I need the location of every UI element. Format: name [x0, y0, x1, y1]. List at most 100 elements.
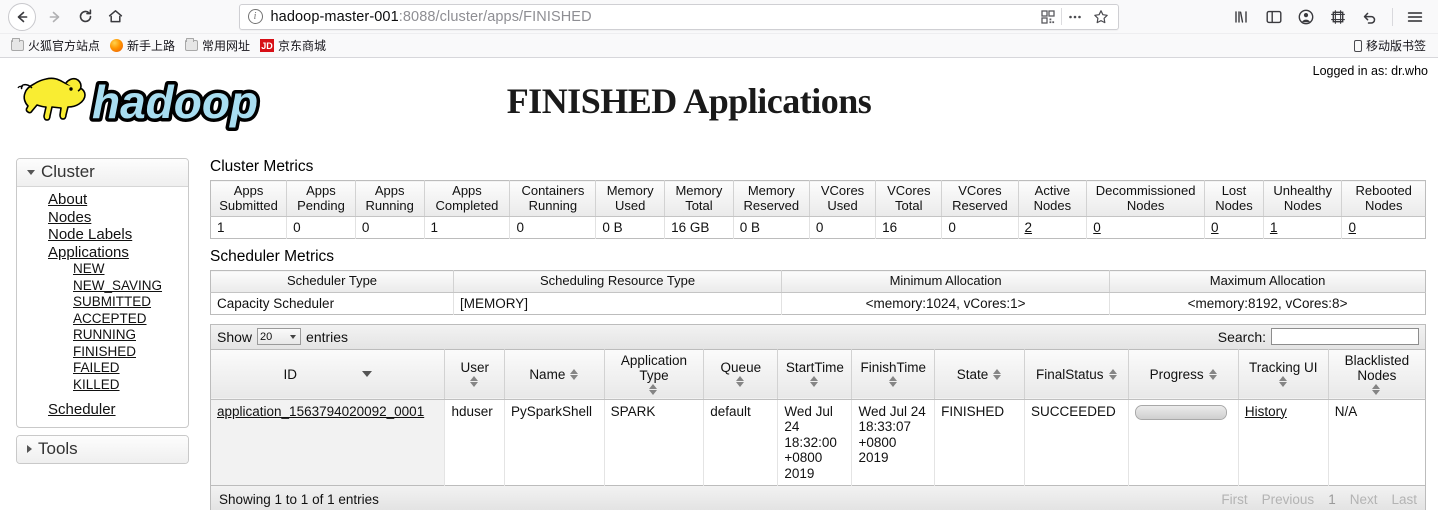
tracking-ui-link[interactable]: History [1245, 404, 1287, 419]
td-name: PySparkShell [504, 399, 605, 486]
sidebar-item-failed[interactable]: FAILED [17, 360, 188, 377]
sort-desc-icon [361, 371, 372, 377]
active-nodes-link[interactable]: 2 [1025, 220, 1033, 235]
th-blacklisted-nodes-label: Blacklisted Nodes [1344, 352, 1410, 383]
sort-both-icon [470, 375, 479, 388]
back-arrow-icon[interactable] [8, 2, 36, 31]
sidebar-item-new-saving[interactable]: NEW_SAVING [17, 278, 188, 295]
qr-reader-icon[interactable] [1035, 5, 1061, 29]
sidebar-item-about[interactable]: About [17, 191, 188, 209]
th-queue[interactable]: Queue [703, 349, 779, 400]
th-maximum-allocation: Maximum Allocation [1109, 270, 1426, 293]
sidebar-item-killed[interactable]: KILLED [17, 377, 188, 394]
th-user[interactable]: User [444, 349, 506, 400]
td-memory-reserved: 0 B [733, 216, 810, 239]
pagination-page-1[interactable]: 1 [1328, 492, 1336, 507]
decommissioned-nodes-link[interactable]: 0 [1093, 220, 1101, 235]
library-icon[interactable] [1227, 2, 1257, 32]
sidebar-item-new[interactable]: NEW [17, 261, 188, 278]
th-state-label: State [956, 366, 989, 382]
bookmark-star-icon[interactable] [1088, 5, 1114, 29]
address-bar[interactable]: i hadoop-master-001:8088/cluster/apps/FI… [238, 3, 1119, 30]
sidebar-item-finished[interactable]: FINISHED [17, 344, 188, 361]
pagination-next[interactable]: Next [1350, 492, 1378, 507]
th-vcores-total: VCores Total [875, 180, 943, 217]
home-icon[interactable] [100, 2, 130, 32]
td-queue: default [703, 399, 779, 486]
bookmark-item[interactable]: 常用网址 [180, 36, 255, 55]
td-memory-used: 0 B [595, 216, 666, 239]
sidebar-item-running[interactable]: RUNNING [17, 327, 188, 344]
th-containers-running: Containers Running [509, 180, 597, 217]
th-progress[interactable]: Progress [1128, 349, 1239, 400]
th-finish-time[interactable]: FinishTime [851, 349, 936, 400]
bookmark-item[interactable]: 新手上路 [105, 36, 180, 55]
th-tracking-ui[interactable]: Tracking UI [1238, 349, 1329, 400]
entries-select-wrapper: 20 40 60 80 100 [257, 328, 302, 345]
th-id-label: ID [283, 366, 297, 382]
cluster-metrics-table: Apps Submitted Apps Pending Apps Running… [210, 180, 1426, 239]
entries-select[interactable]: 20 40 60 80 100 [257, 328, 302, 345]
folder-icon [11, 38, 24, 51]
th-state[interactable]: State [934, 349, 1025, 400]
scheduler-metrics-caption: Scheduler Metrics [210, 248, 335, 265]
application-id-link[interactable]: application_1563794020092_0001 [217, 404, 424, 419]
th-progress-label: Progress [1149, 366, 1204, 382]
rebooted-nodes-link[interactable]: 0 [1348, 220, 1356, 235]
th-blacklisted-nodes[interactable]: Blacklisted Nodes [1328, 349, 1426, 400]
phone-icon [1353, 39, 1362, 52]
info-icon[interactable]: i [247, 9, 263, 24]
sync-undo-icon[interactable] [1355, 2, 1385, 32]
th-application-type[interactable]: Application Type [604, 349, 705, 400]
sidebar-item-scheduler[interactable]: Scheduler [17, 401, 188, 419]
mobile-bookmarks-button[interactable]: 移动版书签 [1353, 37, 1432, 54]
th-lost-nodes: Lost Nodes [1204, 180, 1264, 217]
td-tracking-ui: History [1238, 399, 1329, 486]
browser-toolbar-icons [1227, 2, 1430, 32]
hamburger-menu-icon[interactable] [1400, 2, 1430, 32]
sidebar-item-accepted[interactable]: ACCEPTED [17, 311, 188, 328]
sidebar-item-submitted[interactable]: SUBMITTED [17, 294, 188, 311]
lost-nodes-link[interactable]: 0 [1211, 220, 1219, 235]
sidebar-toggle-icon[interactable] [1259, 2, 1289, 32]
sidebar-tools-header[interactable]: Tools [17, 435, 188, 463]
unhealthy-nodes-link[interactable]: 1 [1270, 220, 1278, 235]
sort-both-icon [1108, 368, 1118, 381]
th-start-time[interactable]: StartTime [777, 349, 853, 400]
sidebar-item-applications[interactable]: Applications [17, 244, 188, 262]
screenshot-icon[interactable] [1323, 2, 1353, 32]
account-icon[interactable] [1291, 2, 1321, 32]
page-content: Logged in as: dr.who hadoop hadoop FINIS… [0, 58, 1438, 510]
td-maximum-allocation: <memory:8192, vCores:8> [1109, 292, 1426, 314]
pagination-previous[interactable]: Previous [1262, 492, 1315, 507]
th-name[interactable]: Name [504, 349, 605, 400]
reload-icon[interactable] [70, 2, 100, 32]
th-name-label: Name [529, 366, 566, 382]
bookmark-label: 新手上路 [127, 39, 176, 53]
th-rebooted-nodes: Rebooted Nodes [1341, 180, 1426, 217]
applications-header-row: ID User Name Application Type Queue Star… [210, 349, 1426, 400]
bookmarks-toolbar: 火狐官方站点 新手上路 常用网址 JD 京东商城 移动版书签 [0, 33, 1438, 57]
url-host: hadoop-master-001 [270, 8, 399, 25]
page-actions-ellipsis-icon[interactable] [1062, 5, 1088, 29]
td-memory-total: 16 GB [664, 216, 734, 239]
td-scheduler-type: Capacity Scheduler [210, 292, 454, 314]
sidebar-item-node-labels[interactable]: Node Labels [17, 226, 188, 244]
bookmark-item[interactable]: 火狐官方站点 [6, 36, 105, 55]
th-scheduler-type: Scheduler Type [210, 270, 454, 293]
scheduler-metrics-value-row: Capacity Scheduler [MEMORY] <memory:1024… [210, 292, 1426, 314]
applications-table: ID User Name Application Type Queue Star… [210, 348, 1426, 486]
search-filter-control: Search: [1218, 328, 1419, 345]
browser-chrome: i hadoop-master-001:8088/cluster/apps/FI… [0, 0, 1438, 58]
search-input[interactable] [1271, 328, 1419, 345]
th-start-time-label: StartTime [785, 360, 844, 375]
th-id[interactable]: ID [210, 349, 446, 400]
bookmark-item[interactable]: JD 京东商城 [255, 36, 331, 55]
pagination-first[interactable]: First [1221, 492, 1247, 507]
sidebar-cluster-header[interactable]: Cluster [17, 159, 188, 187]
th-final-status[interactable]: FinalStatus [1024, 349, 1130, 400]
sidebar-item-nodes[interactable]: Nodes [17, 209, 188, 227]
th-unhealthy-nodes: Unhealthy Nodes [1263, 180, 1343, 217]
pagination-last[interactable]: Last [1391, 492, 1417, 507]
